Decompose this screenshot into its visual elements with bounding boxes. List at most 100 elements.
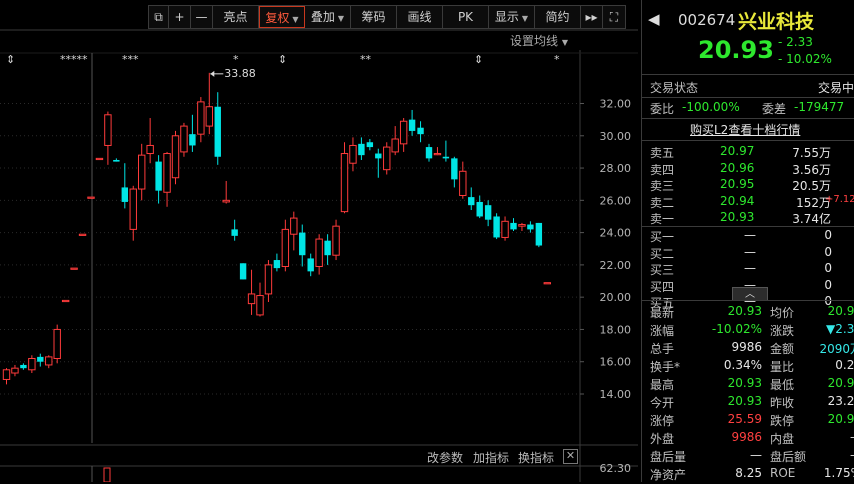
candle-body: [442, 156, 450, 159]
candle-body: [366, 142, 374, 148]
add-indicator-button[interactable]: 加指标: [473, 449, 509, 465]
kline-chart[interactable]: 32.00 30.00 28.00 26.00 24.00 22.00 20.00 18.00…: [0, 0, 638, 482]
stat-label: 金额: [770, 342, 795, 356]
display-label: 显示: [494, 10, 519, 24]
chips-button[interactable]: 筹码: [351, 6, 397, 28]
stat-label: 昨收: [770, 396, 795, 410]
candle-body: [332, 225, 340, 256]
lower-panel-tick-label: 62.30: [600, 462, 632, 475]
candle-body: [417, 127, 424, 135]
stat-label: 净资产: [650, 468, 687, 482]
window-mode-icon[interactable]: ⧉: [149, 6, 169, 28]
candle-body: [468, 197, 475, 206]
buy-order-label: 买二: [650, 246, 675, 261]
chevron-down-icon: ▼: [292, 15, 299, 24]
stat-value: 0.24: [835, 358, 854, 372]
trade-status-label: 交易状态: [650, 81, 699, 95]
stat-row: 最高 20.93 最低 20.93: [650, 376, 854, 394]
divider: [642, 74, 854, 75]
buy-order-volume: 0: [824, 277, 832, 292]
stat-row: 今开 20.93 昨收 23.26: [650, 394, 854, 412]
adjust-dropdown[interactable]: 复权 ▼: [259, 6, 305, 28]
candle-body: [95, 157, 104, 161]
candle-body: [391, 138, 399, 153]
candle-body: [113, 159, 120, 162]
chevron-down-icon: ▼: [561, 38, 568, 47]
y-tick-label: 30.00: [600, 130, 632, 143]
switch-indicator-button[interactable]: 换指标: [518, 449, 554, 465]
stat-value: ▼2.33: [826, 322, 854, 336]
stock-header: ◀ 002674 兴业科技 20.93 - 2.33 - 10.02%: [642, 0, 854, 74]
sell-order-label: 卖五: [650, 146, 675, 160]
adjust-label: 复权: [265, 11, 290, 25]
draw-line-button[interactable]: 画线: [397, 6, 443, 28]
candle-body: [214, 106, 221, 157]
simple-mode-button[interactable]: 简约: [535, 6, 581, 28]
stat-row: 净资产 8.25 ROE 1.75%: [650, 466, 854, 484]
candle-body: [28, 357, 36, 371]
candle-body: [37, 356, 44, 362]
kline-chart-panel[interactable]: 32.00 30.00 28.00 26.00 24.00 22.00 20.00 18.00…: [0, 0, 638, 482]
stat-row: 涨停 25.59 跌停 20.93: [650, 412, 854, 430]
zoom-in-button[interactable]: +: [169, 6, 191, 28]
divider: [642, 118, 854, 119]
expand-arrow-icon[interactable]: ◀: [648, 10, 660, 28]
candle-body: [264, 264, 273, 295]
fullscreen-icon[interactable]: ⛶: [603, 6, 625, 28]
sell-order-row: 卖三 20.95 20.5万: [650, 177, 854, 195]
buy-order-price: —: [744, 228, 756, 242]
candle-body: [129, 188, 137, 230]
candle-body: [290, 217, 298, 235]
candle-body: [299, 232, 306, 256]
commission-row: 委比 -100.00% 委差 -179477: [650, 100, 854, 118]
buy-order-volume: 0: [824, 228, 832, 242]
candle-body: [484, 205, 492, 220]
collapse-orderbook-button[interactable]: ︿: [732, 287, 768, 300]
set-moving-average-link[interactable]: 设置均线 ▼: [510, 32, 568, 49]
sell-order-row: 卖四 20.96 3.56万: [650, 161, 854, 179]
highlight-button[interactable]: 亮点: [213, 6, 259, 28]
candle-body: [451, 158, 458, 180]
chevron-down-icon: ▼: [337, 14, 345, 23]
stat-row: 最新 20.93 均价 20.93: [650, 304, 854, 322]
display-dropdown[interactable]: 显示 ▼: [489, 6, 535, 28]
candle-body: [53, 328, 61, 359]
candle-body: [324, 240, 331, 256]
fast-forward-icon[interactable]: ▸▸: [581, 6, 603, 28]
candle-body: [197, 101, 205, 135]
candle-body: [205, 106, 214, 127]
stat-value: 2090万: [819, 342, 854, 356]
commission-diff-value: -179477: [794, 100, 845, 114]
candle-body: [307, 258, 314, 272]
close-indicator-icon[interactable]: ✕: [563, 449, 578, 464]
y-tick-label: 28.00: [600, 162, 632, 175]
candle-body: [476, 201, 483, 217]
stat-value: 25.59: [727, 412, 762, 426]
y-tick-label: 18.00: [600, 323, 632, 336]
candle-body: [171, 135, 180, 179]
candle-body: [518, 224, 526, 227]
candle-body: [180, 125, 188, 153]
sell-order-price: 20.95: [720, 177, 755, 191]
l2-link-text[interactable]: 购买L2查看十档行情: [690, 121, 800, 138]
stat-value: 0.34%: [723, 358, 762, 372]
sell-order-volume: 3.74亿: [792, 212, 831, 226]
commission-ratio-label: 委比: [650, 102, 675, 116]
sell-order-volume: 7.55万: [792, 146, 831, 160]
candle-body: [281, 228, 290, 268]
candle-body: [425, 147, 433, 159]
sell-order-volume: 3.56万: [792, 162, 831, 177]
candle-body: [155, 161, 162, 191]
buy-order-price: —: [744, 261, 756, 275]
zoom-out-button[interactable]: —: [191, 6, 213, 28]
l2-purchase-link[interactable]: 购买L2查看十档行情: [642, 121, 854, 139]
overlay-dropdown[interactable]: 叠加 ▼: [305, 6, 351, 28]
pk-button[interactable]: PK: [443, 6, 489, 28]
stock-price: 20.93: [698, 36, 774, 64]
stat-label: 跌停: [770, 414, 795, 428]
sell-order-delta: +7.127: [825, 193, 854, 205]
candle-body: [510, 222, 517, 230]
edit-params-button[interactable]: 改参数: [427, 449, 463, 465]
trade-status-value: 交易中: [818, 81, 854, 95]
stat-label: 盘后量: [650, 450, 687, 464]
